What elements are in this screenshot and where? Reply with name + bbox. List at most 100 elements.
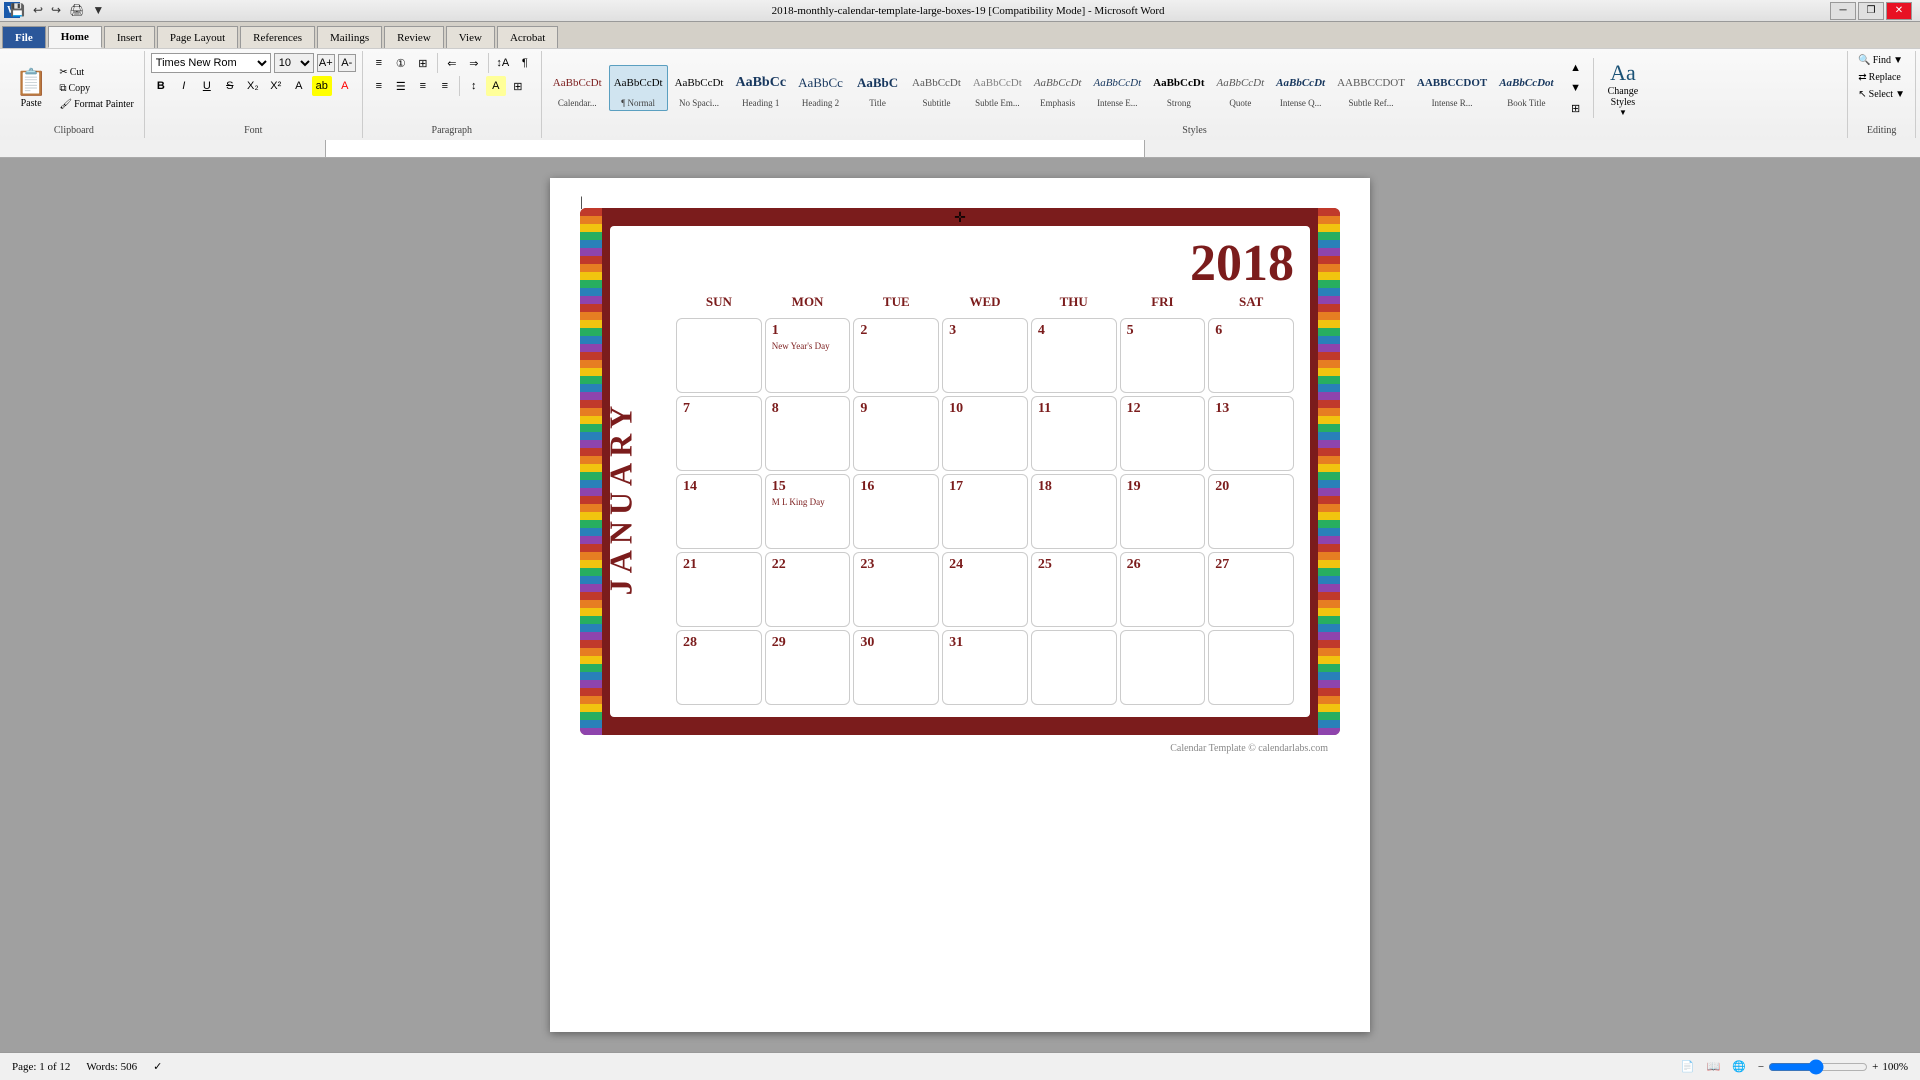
style-title[interactable]: AaBbC Title xyxy=(850,65,905,111)
decrease-indent-btn[interactable]: ⇐ xyxy=(442,53,462,73)
font-name-select[interactable]: Times New Rom xyxy=(151,53,271,73)
superscript-btn[interactable]: X² xyxy=(266,76,286,96)
style-subtitle[interactable]: AaBbCcDt Subtitle xyxy=(907,65,966,111)
show-formatting-btn[interactable]: ¶ xyxy=(515,53,535,73)
calendar-cell[interactable] xyxy=(1120,630,1206,705)
view-reading-btn[interactable]: 📖 xyxy=(1706,1060,1720,1073)
style-no-spacing[interactable]: AaBbCcDt No Spaci... xyxy=(670,65,729,111)
zoom-slider[interactable] xyxy=(1768,1059,1868,1075)
strikethrough-btn[interactable]: S xyxy=(220,76,240,96)
style-subtle-em[interactable]: AaBbCcDt Subtle Em... xyxy=(968,65,1027,111)
calendar-cell[interactable]: 1New Year's Day xyxy=(765,318,851,393)
calendar-cell[interactable]: 19 xyxy=(1120,474,1206,549)
calendar-cell[interactable] xyxy=(1208,630,1294,705)
numbering-btn[interactable]: ① xyxy=(391,53,411,73)
calendar-cell[interactable]: 22 xyxy=(765,552,851,627)
undo-qat-btn[interactable]: ↩ xyxy=(31,2,45,19)
tab-mailings[interactable]: Mailings xyxy=(317,26,382,48)
cut-button[interactable]: ✂ Cut xyxy=(55,65,137,80)
zoom-out-btn[interactable]: − xyxy=(1758,1061,1764,1073)
calendar-cell[interactable]: 23 xyxy=(853,552,939,627)
calendar-cell[interactable] xyxy=(676,318,762,393)
zoom-in-btn[interactable]: + xyxy=(1872,1061,1878,1073)
justify-btn[interactable]: ≡ xyxy=(435,76,455,96)
italic-btn[interactable]: I xyxy=(174,76,194,96)
shrink-font-btn[interactable]: A- xyxy=(338,54,356,72)
style-calendar[interactable]: AaBbCcDt Calendar... xyxy=(548,65,607,111)
qat-dropdown-btn[interactable]: ▼ xyxy=(90,2,106,19)
text-highlight-btn[interactable]: ab xyxy=(312,76,332,96)
calendar-cell[interactable]: 3 xyxy=(942,318,1028,393)
grow-font-btn[interactable]: A+ xyxy=(317,54,335,72)
style-normal[interactable]: AaBbCcDt ¶ Normal xyxy=(609,65,668,111)
tab-insert[interactable]: Insert xyxy=(104,26,155,48)
font-size-select[interactable]: 10 xyxy=(274,53,314,73)
view-print-btn[interactable]: 📄 xyxy=(1681,1060,1695,1073)
calendar-cell[interactable]: 25 xyxy=(1031,552,1117,627)
format-painter-button[interactable]: 🖌 Format Painter xyxy=(55,97,137,112)
calendar-cell[interactable]: 8 xyxy=(765,396,851,471)
bullets-btn[interactable]: ≡ xyxy=(369,53,389,73)
calendar-cell[interactable]: 7 xyxy=(676,396,762,471)
calendar-cell[interactable]: 21 xyxy=(676,552,762,627)
align-right-btn[interactable]: ≡ xyxy=(413,76,433,96)
calendar-cell[interactable]: 12 xyxy=(1120,396,1206,471)
text-effects-btn[interactable]: A xyxy=(289,76,309,96)
calendar-cell[interactable]: 20 xyxy=(1208,474,1294,549)
minimize-btn[interactable]: ─ xyxy=(1830,2,1856,20)
style-intense-r[interactable]: AaBbCcDot Intense R... xyxy=(1412,65,1492,111)
calendar-cell[interactable]: 31 xyxy=(942,630,1028,705)
calendar-cell[interactable]: 24 xyxy=(942,552,1028,627)
calendar-cell[interactable]: 11 xyxy=(1031,396,1117,471)
style-intense-q[interactable]: AaBbCcDt Intense Q... xyxy=(1271,65,1330,111)
calendar-cell[interactable]: 9 xyxy=(853,396,939,471)
view-web-btn[interactable]: 🌐 xyxy=(1732,1060,1746,1073)
styles-scroll-up[interactable]: ▲ xyxy=(1566,58,1586,78)
calendar-cell[interactable]: 29 xyxy=(765,630,851,705)
style-heading1[interactable]: AaBbCc Heading 1 xyxy=(730,65,791,111)
move-handle[interactable]: ✛ xyxy=(954,210,966,227)
save-qat-btn[interactable]: 💾 xyxy=(8,2,27,19)
restore-btn[interactable]: ❐ xyxy=(1858,2,1884,20)
tab-review[interactable]: Review xyxy=(384,26,444,48)
calendar-cell[interactable]: 27 xyxy=(1208,552,1294,627)
calendar-cell[interactable]: 4 xyxy=(1031,318,1117,393)
calendar-cell[interactable]: 10 xyxy=(942,396,1028,471)
find-button[interactable]: 🔍 Find ▼ xyxy=(1854,53,1907,68)
style-strong[interactable]: AaBbCcDt Strong xyxy=(1148,65,1209,111)
style-intense-e[interactable]: AaBbCcDt Intense E... xyxy=(1088,65,1146,111)
paste-button[interactable]: 📋 Paste xyxy=(10,65,52,112)
calendar-cell[interactable]: 28 xyxy=(676,630,762,705)
tab-view[interactable]: View xyxy=(446,26,495,48)
calendar-cell[interactable]: 17 xyxy=(942,474,1028,549)
style-subtle-ref[interactable]: AaBbCcDot Subtle Ref... xyxy=(1332,65,1410,111)
line-spacing-btn[interactable]: ↕ xyxy=(464,76,484,96)
calendar-cell[interactable]: 30 xyxy=(853,630,939,705)
copy-button[interactable]: ⧉ Copy xyxy=(55,81,137,96)
style-book-title[interactable]: AaBbCcDot Book Title xyxy=(1494,65,1558,111)
print-qat-btn[interactable]: 🖨 xyxy=(67,2,86,19)
calendar-cell[interactable]: 18 xyxy=(1031,474,1117,549)
redo-qat-btn[interactable]: ↪ xyxy=(49,2,63,19)
tab-home[interactable]: Home xyxy=(48,26,102,48)
close-btn[interactable]: ✕ xyxy=(1886,2,1912,20)
calendar-cell[interactable]: 26 xyxy=(1120,552,1206,627)
calendar-cell[interactable]: 5 xyxy=(1120,318,1206,393)
underline-btn[interactable]: U xyxy=(197,76,217,96)
styles-scroll-down[interactable]: ▼ xyxy=(1566,78,1586,98)
tab-file[interactable]: File xyxy=(2,26,46,48)
replace-button[interactable]: ⇄ Replace xyxy=(1854,70,1905,85)
font-color-btn[interactable]: A xyxy=(335,76,355,96)
select-button[interactable]: ↖ Select ▼ xyxy=(1854,87,1909,102)
increase-indent-btn[interactable]: ⇒ xyxy=(464,53,484,73)
tab-references[interactable]: References xyxy=(240,26,315,48)
change-styles-button[interactable]: Aa ChangeStyles ▼ xyxy=(1601,55,1646,122)
calendar-cell[interactable]: 14 xyxy=(676,474,762,549)
multilevel-btn[interactable]: ⊞ xyxy=(413,53,433,73)
align-left-btn[interactable]: ≡ xyxy=(369,76,389,96)
calendar-cell[interactable]: 2 xyxy=(853,318,939,393)
sort-btn[interactable]: ↕A xyxy=(493,53,513,73)
shading-btn[interactable]: A xyxy=(486,76,506,96)
proofing-icon[interactable]: ✓ xyxy=(153,1060,162,1073)
style-quote[interactable]: AaBbCcDt Quote xyxy=(1212,65,1270,111)
